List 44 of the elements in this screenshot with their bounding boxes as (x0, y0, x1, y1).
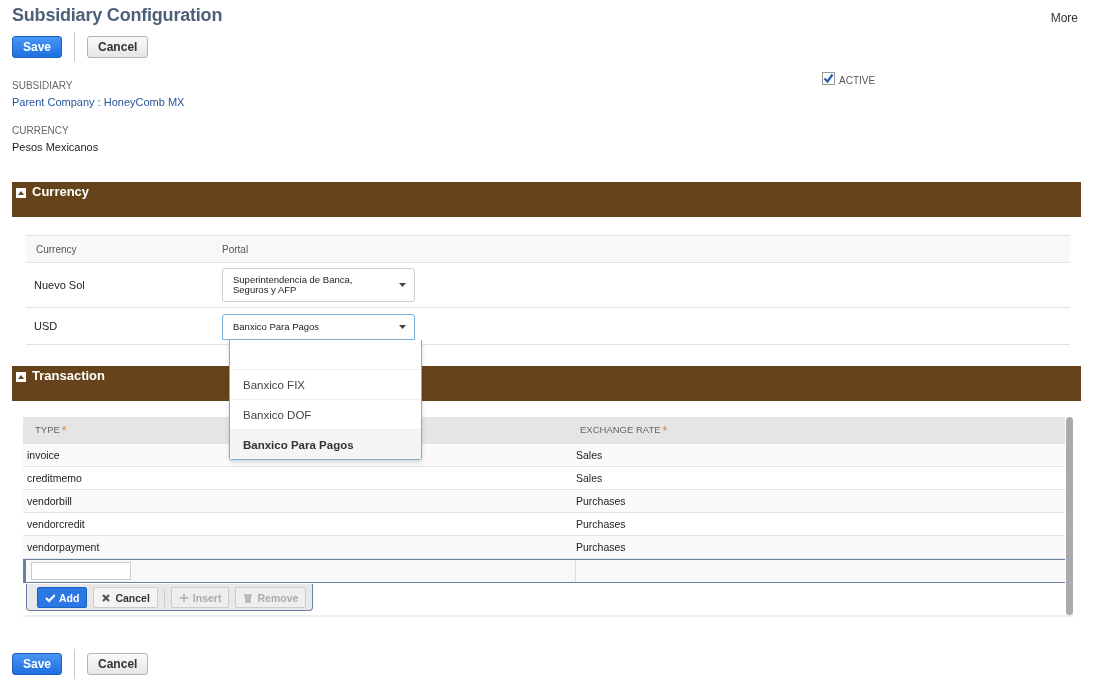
subsidiary-link[interactable]: Parent Company : HoneyComb MX (12, 96, 822, 108)
table-cell: Purchases (576, 518, 626, 530)
section-title: Currency (32, 184, 90, 199)
column-header: Currency (35, 243, 78, 255)
active-checkbox[interactable] (822, 72, 835, 85)
table-cell: Purchases (576, 495, 626, 507)
table-cell-text: invoice (26, 449, 61, 461)
menu-option[interactable]: Banxico Para Pagos (230, 430, 421, 459)
add-button[interactable]: Add (37, 587, 88, 608)
caret-icon (399, 283, 406, 287)
page-title: Subsidiary Configuration (12, 5, 223, 26)
check-icon (45, 592, 55, 603)
field-value: Pesos Mexicanos (12, 141, 100, 153)
active-label: ACTIVE (839, 75, 876, 86)
scrollbar[interactable] (1066, 417, 1073, 615)
currency-name: Nuevo Sol (33, 279, 86, 291)
save-button[interactable]: Save (12, 36, 63, 58)
cancel-button[interactable]: Cancel (93, 587, 158, 608)
cancel-button[interactable]: Cancel (87, 653, 149, 675)
close-icon (101, 592, 112, 603)
column-header: Portal (222, 243, 249, 255)
table-cell-text: vendorpayment (26, 541, 101, 553)
table-cell-text: vendorcredit (26, 518, 86, 530)
portal-select[interactable]: Banxico Para Pagos (222, 314, 415, 340)
cancel-button[interactable]: Cancel (87, 36, 149, 58)
input-field[interactable] (31, 562, 131, 580)
trash-icon (243, 592, 254, 603)
table-cell: Sales (576, 472, 603, 484)
currency-name: USD (33, 320, 59, 332)
field-label: CURRENCY (12, 125, 70, 136)
portal-select[interactable]: Superintendencia de Banca, Seguros y AFP (222, 268, 415, 302)
section-title: Transaction (32, 368, 105, 383)
collapse-icon[interactable] (16, 186, 26, 198)
table-cell-text: creditmemo (26, 472, 83, 484)
more-link[interactable]: More (1050, 11, 1078, 25)
table-cell: Purchases (576, 541, 626, 553)
menu-option[interactable]: Banxico FIX (230, 370, 421, 400)
table-cell: Sales (576, 449, 603, 461)
save-button[interactable]: Save (12, 653, 63, 675)
caret-icon (399, 325, 406, 329)
field-label: SUBSIDIARY (12, 80, 74, 91)
plus-icon (178, 592, 189, 603)
table-cell-text: vendorbill (26, 495, 73, 507)
collapse-icon[interactable] (16, 370, 26, 382)
